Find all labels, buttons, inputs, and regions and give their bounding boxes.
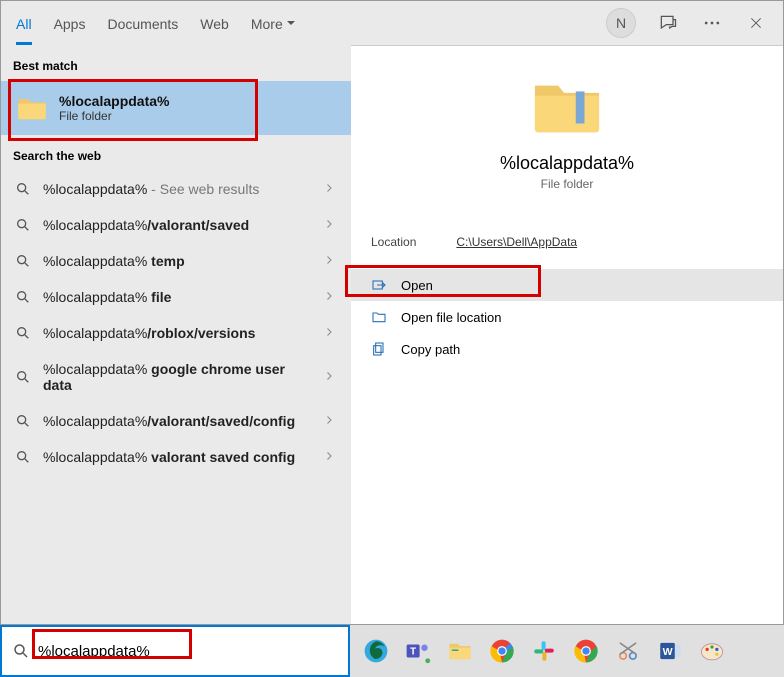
results-column: Best match %localappdata% File folder Se… [1, 45, 351, 624]
result-text: %localappdata%/valorant/saved/config [43, 413, 305, 429]
search-icon [15, 325, 31, 341]
svg-text:W: W [663, 646, 673, 658]
result-text: %localappdata% google chrome user data [43, 361, 305, 393]
preview-pane: %localappdata% File folder Location C:\U… [351, 45, 783, 624]
search-icon [12, 642, 30, 660]
result-text: %localappdata% temp [43, 253, 305, 269]
result-text: %localappdata%/roblox/versions [43, 325, 305, 341]
search-icon [15, 253, 31, 269]
more-options-icon[interactable] [700, 11, 724, 35]
chevron-right-icon [317, 449, 341, 465]
web-result-item[interactable]: %localappdata% - See web results [1, 171, 351, 207]
actions-list: Open Open file location Copy path [351, 269, 783, 365]
chevron-right-icon [317, 253, 341, 269]
location-label: Location [371, 235, 416, 249]
best-match-subtitle: File folder [59, 109, 169, 123]
section-search-web-label: Search the web [1, 135, 351, 171]
taskbar-app-paint[interactable] [698, 637, 726, 665]
tab-more[interactable]: More [251, 4, 295, 42]
tab-web[interactable]: Web [200, 4, 229, 42]
taskbar-app-edge[interactable] [362, 637, 390, 665]
folder-icon [17, 95, 47, 121]
taskbar-app-chrome-2[interactable] [572, 637, 600, 665]
taskbar-app-slack[interactable] [530, 637, 558, 665]
search-box[interactable] [0, 625, 350, 677]
section-best-match-label: Best match [1, 45, 351, 81]
best-match-title: %localappdata% [59, 93, 169, 109]
copy-icon [371, 341, 387, 357]
search-icon [15, 181, 31, 197]
taskbar: T W [350, 625, 784, 677]
chevron-right-icon [317, 325, 341, 341]
best-match-item[interactable]: %localappdata% File folder [1, 81, 351, 135]
action-open-file-location[interactable]: Open file location [351, 301, 783, 333]
search-icon [15, 289, 31, 305]
search-icon [15, 369, 31, 385]
tab-all[interactable]: All [16, 4, 32, 45]
user-avatar[interactable]: N [606, 8, 636, 38]
folder-open-icon [371, 309, 387, 325]
search-icon [15, 413, 31, 429]
search-input[interactable] [38, 643, 338, 660]
search-panel: All Apps Documents Web More N Best match [0, 0, 784, 625]
preview-title: %localappdata% [351, 153, 783, 174]
action-open[interactable]: Open [351, 269, 783, 301]
svg-text:T: T [410, 646, 416, 657]
feedback-icon[interactable] [656, 11, 680, 35]
chevron-right-icon [317, 413, 341, 429]
web-result-item[interactable]: %localappdata% temp [1, 243, 351, 279]
open-icon [371, 277, 387, 293]
taskbar-app-explorer[interactable] [446, 637, 474, 665]
tab-bar: All Apps Documents Web More N [1, 1, 783, 45]
preview-subtitle: File folder [351, 177, 783, 191]
web-result-item[interactable]: %localappdata%/roblox/versions [1, 315, 351, 351]
web-result-item[interactable]: %localappdata% file [1, 279, 351, 315]
taskbar-app-snip[interactable] [614, 637, 642, 665]
close-button[interactable] [744, 11, 768, 35]
result-text: %localappdata% - See web results [43, 181, 305, 197]
result-text: %localappdata%/valorant/saved [43, 217, 305, 233]
web-result-item[interactable]: %localappdata% valorant saved config [1, 439, 351, 475]
taskbar-app-teams[interactable]: T [404, 637, 432, 665]
action-open-label: Open [401, 278, 433, 293]
result-text: %localappdata% file [43, 289, 305, 305]
web-result-item[interactable]: %localappdata%/valorant/saved [1, 207, 351, 243]
web-result-item[interactable]: %localappdata% google chrome user data [1, 351, 351, 403]
preview-folder-icon [351, 76, 783, 141]
web-result-item[interactable]: %localappdata%/valorant/saved/config [1, 403, 351, 439]
chevron-right-icon [317, 181, 341, 197]
chevron-right-icon [317, 217, 341, 233]
taskbar-app-word[interactable]: W [656, 637, 684, 665]
tab-apps[interactable]: Apps [54, 4, 86, 42]
chevron-right-icon [317, 289, 341, 305]
result-text: %localappdata% valorant saved config [43, 449, 305, 465]
location-path[interactable]: C:\Users\Dell\AppData [456, 235, 577, 249]
action-open-file-location-label: Open file location [401, 310, 501, 325]
search-icon [15, 449, 31, 465]
action-copy-path-label: Copy path [401, 342, 460, 357]
tab-documents[interactable]: Documents [107, 4, 178, 42]
taskbar-app-chrome[interactable] [488, 637, 516, 665]
action-copy-path[interactable]: Copy path [351, 333, 783, 365]
chevron-right-icon [317, 369, 341, 385]
search-icon [15, 217, 31, 233]
